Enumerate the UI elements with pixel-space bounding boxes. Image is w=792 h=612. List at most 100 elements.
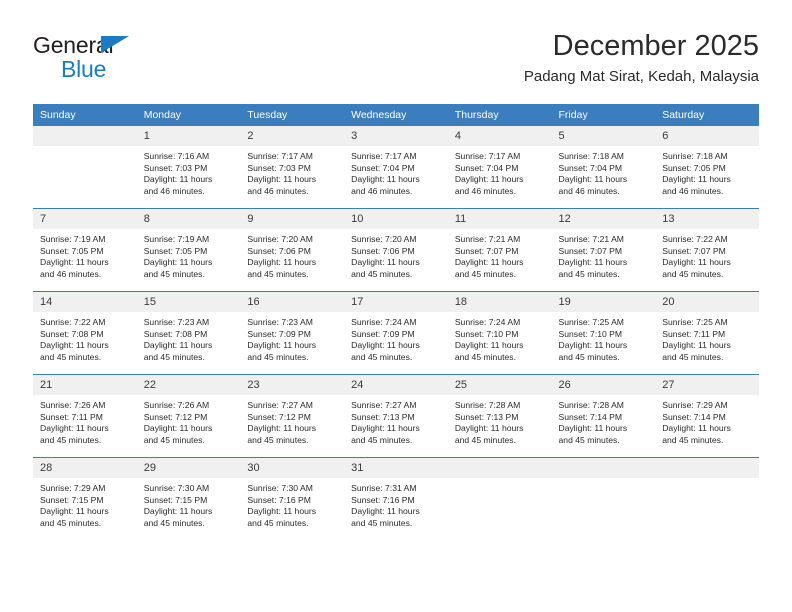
day-details: Sunrise: 7:22 AM Sunset: 7:07 PM Daylight:… <box>655 229 759 281</box>
day-detail-line: Daylight: 11 hours <box>351 340 420 351</box>
day-details <box>552 478 656 483</box>
day-details: Sunrise: 7:30 AM Sunset: 7:16 PM Daylight:… <box>240 478 344 530</box>
calendar-day-cell[interactable]: 23 Sunrise: 7:27 AM Sunset: 7:12 PM Dayligh… <box>240 374 345 458</box>
day-detail-line: and 46 minutes. <box>662 186 724 197</box>
calendar-day-cell[interactable]: 22 Sunrise: 7:26 AM Sunset: 7:12 PM Dayligh… <box>136 374 241 458</box>
calendar-day-cell[interactable]: 19 Sunrise: 7:25 AM Sunset: 7:10 PM Dayligh… <box>551 291 656 375</box>
day-detail-line: Sunset: 7:13 PM <box>351 411 415 422</box>
day-detail-line: Sunset: 7:04 PM <box>351 162 415 173</box>
day-detail-line: and 45 minutes. <box>662 269 724 280</box>
day-detail-line: Sunset: 7:14 PM <box>662 411 726 422</box>
day-detail-line: Sunset: 7:08 PM <box>40 328 104 339</box>
calendar-day-cell-empty <box>447 457 552 540</box>
day-detail-line: Daylight: 11 hours <box>40 506 109 517</box>
calendar-day-cell[interactable]: 30 Sunrise: 7:30 AM Sunset: 7:16 PM Dayligh… <box>240 457 345 540</box>
day-detail-line: Daylight: 11 hours <box>247 423 317 434</box>
day-detail-line: and 45 minutes. <box>247 518 309 529</box>
calendar-day-cell[interactable]: 12 Sunrise: 7:21 AM Sunset: 7:07 PM Dayligh… <box>551 208 656 292</box>
day-detail-line: and 45 minutes. <box>558 435 620 446</box>
day-details: Sunrise: 7:21 AM Sunset: 7:07 PM Daylight:… <box>448 229 552 281</box>
day-detail-line: and 46 minutes. <box>143 186 205 197</box>
weekday-header-friday: Friday <box>551 104 656 126</box>
day-detail-line: and 45 minutes. <box>40 518 102 529</box>
calendar-day-cell[interactable]: 8 Sunrise: 7:19 AM Sunset: 7:05 PM Daylight… <box>136 208 241 292</box>
calendar-day-cell[interactable]: 13 Sunrise: 7:22 AM Sunset: 7:07 PM Dayligh… <box>655 208 759 292</box>
calendar-day-cell[interactable]: 16 Sunrise: 7:23 AM Sunset: 7:09 PM Dayligh… <box>240 291 345 375</box>
day-detail-line: and 45 minutes. <box>454 435 516 446</box>
day-details <box>448 478 552 483</box>
title-block: December 2025 Padang Mat Sirat, Kedah, M… <box>524 28 759 88</box>
day-details: Sunrise: 7:20 AM Sunset: 7:06 PM Daylight:… <box>240 229 344 281</box>
page-header: General Blue December 2025 Padang Mat Si… <box>33 28 759 98</box>
calendar-day-cell[interactable]: 2 Sunrise: 7:17 AM Sunset: 7:03 PM Daylight… <box>240 126 345 209</box>
calendar-day-cell[interactable]: 4 Sunrise: 7:17 AM Sunset: 7:04 PM Daylight… <box>447 126 552 209</box>
day-detail-line: Sunset: 7:11 PM <box>40 411 103 422</box>
calendar-day-cell[interactable]: 11 Sunrise: 7:21 AM Sunset: 7:07 PM Dayligh… <box>447 208 552 292</box>
day-number: 21 <box>33 375 137 395</box>
calendar-day-cell[interactable]: 28 Sunrise: 7:29 AM Sunset: 7:15 PM Dayligh… <box>33 457 137 540</box>
day-details: Sunrise: 7:25 AM Sunset: 7:11 PM Daylight:… <box>655 312 759 364</box>
calendar-day-cell[interactable]: 18 Sunrise: 7:24 AM Sunset: 7:10 PM Dayligh… <box>447 291 552 375</box>
day-detail-line: Sunset: 7:16 PM <box>247 494 311 505</box>
calendar-body: 1 Sunrise: 7:16 AM Sunset: 7:03 PM Daylight… <box>33 126 759 540</box>
calendar-day-cell[interactable]: 21 Sunrise: 7:26 AM Sunset: 7:11 PM Dayligh… <box>33 374 137 458</box>
day-detail-line: Sunrise: 7:28 AM <box>454 400 521 410</box>
day-number: 9 <box>240 209 345 229</box>
page-title: December 2025 <box>552 30 759 62</box>
weekday-header-wednesday: Wednesday <box>344 104 448 126</box>
calendar-day-cell[interactable]: 27 Sunrise: 7:29 AM Sunset: 7:14 PM Dayligh… <box>655 374 759 458</box>
calendar-day-cell[interactable]: 25 Sunrise: 7:28 AM Sunset: 7:13 PM Dayligh… <box>447 374 552 458</box>
calendar-day-cell[interactable]: 9 Sunrise: 7:20 AM Sunset: 7:06 PM Daylight… <box>240 208 345 292</box>
calendar-week-row: 28 Sunrise: 7:29 AM Sunset: 7:15 PM Dayligh… <box>33 457 759 540</box>
day-number: 20 <box>655 292 759 312</box>
day-detail-line: Sunrise: 7:24 AM <box>351 317 417 327</box>
weekday-header-saturday: Saturday <box>655 104 759 126</box>
day-number: 6 <box>655 126 759 146</box>
calendar-day-cell[interactable]: 14 Sunrise: 7:22 AM Sunset: 7:08 PM Dayligh… <box>33 291 137 375</box>
calendar-day-cell[interactable]: 3 Sunrise: 7:17 AM Sunset: 7:04 PM Daylight… <box>344 126 448 209</box>
day-number: 10 <box>344 209 448 229</box>
calendar-day-cell[interactable]: 1 Sunrise: 7:16 AM Sunset: 7:03 PM Daylight… <box>136 126 241 209</box>
calendar-day-cell[interactable]: 20 Sunrise: 7:25 AM Sunset: 7:11 PM Dayligh… <box>655 291 759 375</box>
calendar-day-cell[interactable]: 31 Sunrise: 7:31 AM Sunset: 7:16 PM Dayligh… <box>344 457 448 540</box>
day-details: Sunrise: 7:29 AM Sunset: 7:14 PM Daylight:… <box>655 395 759 447</box>
day-detail-line: and 46 minutes. <box>247 186 309 197</box>
day-detail-line: and 45 minutes. <box>351 435 413 446</box>
day-detail-line: Daylight: 11 hours <box>40 257 109 268</box>
calendar-header-row: Sunday Monday Tuesday Wednesday Thursday Frid… <box>33 104 759 126</box>
day-detail-line: Daylight: 11 hours <box>558 423 628 434</box>
day-detail-line: Sunset: 7:03 PM <box>143 162 208 173</box>
day-detail-line: Sunrise: 7:25 AM <box>558 317 624 327</box>
day-details: Sunrise: 7:26 AM Sunset: 7:11 PM Daylight:… <box>33 395 137 447</box>
day-detail-line: Daylight: 11 hours <box>454 174 524 185</box>
calendar-day-cell[interactable]: 10 Sunrise: 7:20 AM Sunset: 7:06 PM Dayligh… <box>344 208 448 292</box>
day-detail-line: Sunrise: 7:27 AM <box>247 400 313 410</box>
day-detail-line: and 45 minutes. <box>351 518 413 529</box>
day-number: 16 <box>240 292 345 312</box>
day-detail-line: Daylight: 11 hours <box>454 423 524 434</box>
day-details: Sunrise: 7:17 AM Sunset: 7:04 PM Daylight:… <box>448 146 552 198</box>
day-detail-line: Sunrise: 7:29 AM <box>662 400 728 410</box>
day-details: Sunrise: 7:23 AM Sunset: 7:08 PM Daylight:… <box>137 312 241 364</box>
calendar-day-cell[interactable]: 7 Sunrise: 7:19 AM Sunset: 7:05 PM Daylight… <box>33 208 137 292</box>
day-detail-line: Sunrise: 7:23 AM <box>143 317 210 327</box>
calendar-day-cell[interactable]: 5 Sunrise: 7:18 AM Sunset: 7:04 PM Daylight… <box>551 126 656 209</box>
calendar-day-cell[interactable]: 26 Sunrise: 7:28 AM Sunset: 7:14 PM Dayligh… <box>551 374 656 458</box>
calendar-day-cell[interactable]: 15 Sunrise: 7:23 AM Sunset: 7:08 PM Dayligh… <box>136 291 241 375</box>
calendar-day-cell[interactable]: 29 Sunrise: 7:30 AM Sunset: 7:15 PM Dayligh… <box>136 457 241 540</box>
calendar-week-row: 21 Sunrise: 7:26 AM Sunset: 7:11 PM Dayligh… <box>33 374 759 458</box>
generalblue-logo[interactable]: General Blue <box>33 32 233 88</box>
day-number: 31 <box>344 458 448 478</box>
day-details: Sunrise: 7:23 AM Sunset: 7:09 PM Daylight:… <box>240 312 344 364</box>
calendar-day-cell[interactable]: 17 Sunrise: 7:24 AM Sunset: 7:09 PM Dayligh… <box>344 291 448 375</box>
day-detail-line: and 46 minutes. <box>454 186 516 197</box>
day-number: 29 <box>136 458 241 478</box>
day-detail-line: and 46 minutes. <box>40 269 102 280</box>
day-detail-line: Sunset: 7:13 PM <box>454 411 519 422</box>
day-detail-line: Sunrise: 7:17 AM <box>247 151 313 161</box>
day-number: 27 <box>655 375 759 395</box>
day-detail-line: Daylight: 11 hours <box>247 174 317 185</box>
day-number: 25 <box>447 375 552 395</box>
calendar-day-cell[interactable]: 6 Sunrise: 7:18 AM Sunset: 7:05 PM Daylight… <box>655 126 759 209</box>
calendar-day-cell[interactable]: 24 Sunrise: 7:27 AM Sunset: 7:13 PM Dayligh… <box>344 374 448 458</box>
